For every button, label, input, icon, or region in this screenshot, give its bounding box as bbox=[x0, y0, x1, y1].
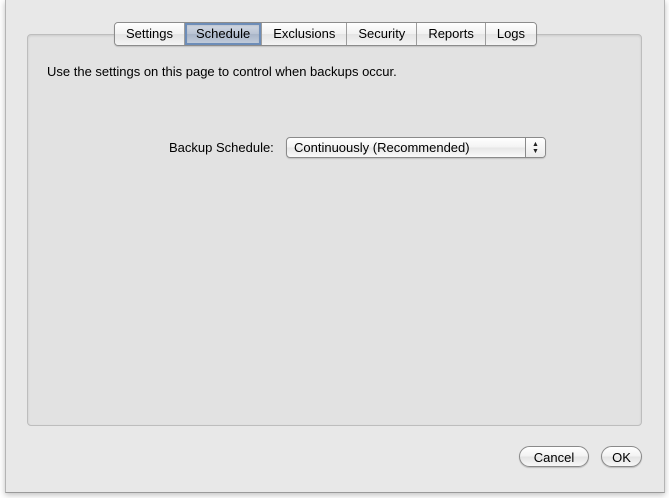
tab-exclusions[interactable]: Exclusions bbox=[262, 23, 348, 45]
tab-bar: Settings Schedule Exclusions Security Re… bbox=[114, 22, 538, 46]
cancel-button[interactable]: Cancel bbox=[519, 446, 589, 467]
up-down-arrows-icon: ▲ ▼ bbox=[525, 138, 545, 157]
tab-reports[interactable]: Reports bbox=[417, 23, 486, 45]
tab-panel bbox=[27, 34, 642, 426]
preferences-window: Settings Schedule Exclusions Security Re… bbox=[5, 0, 665, 493]
tab-schedule[interactable]: Schedule bbox=[184, 23, 263, 45]
page-description: Use the settings on this page to control… bbox=[47, 64, 397, 79]
ok-button[interactable]: OK bbox=[601, 446, 642, 467]
tab-security[interactable]: Security bbox=[347, 23, 418, 45]
tab-logs[interactable]: Logs bbox=[485, 23, 537, 45]
backup-schedule-label: Backup Schedule: bbox=[169, 140, 274, 155]
backup-schedule-value: Continuously (Recommended) bbox=[294, 140, 470, 155]
tab-settings[interactable]: Settings bbox=[115, 23, 185, 45]
backup-schedule-select[interactable]: Continuously (Recommended) ▲ ▼ bbox=[286, 137, 546, 158]
